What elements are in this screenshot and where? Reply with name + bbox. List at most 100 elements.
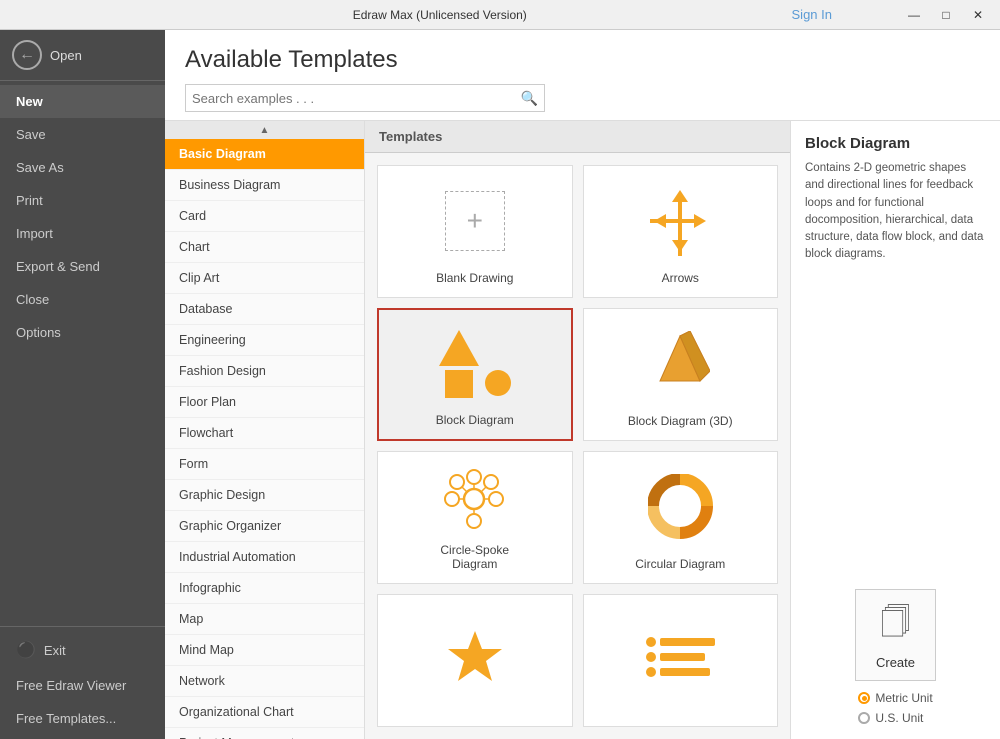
category-item-database[interactable]: Database [165,294,364,325]
category-scroll-up[interactable]: ▲ [165,121,364,139]
block-3d-icon [650,331,710,396]
right-panel-title: Block Diagram [805,135,986,152]
template-circular-label: Circular Diagram [635,557,725,571]
category-item-project-mgmt[interactable]: Project Management [165,728,364,739]
us-radio [858,712,870,724]
category-item-network[interactable]: Network [165,666,364,697]
star-icon [445,627,505,687]
sidebar-item-save-as[interactable]: Save As [0,151,165,184]
unit-options: Metric Unit U.S. Unit [858,691,932,725]
template-list-bars[interactable] [583,594,779,727]
sidebar: ← Open New Save Save As Print Import Exp… [0,30,165,739]
category-item-fashion-design[interactable]: Fashion Design [165,356,364,387]
sidebar-item-close[interactable]: Close [0,283,165,316]
template-block-label: Block Diagram [436,413,514,427]
metric-radio [858,692,870,704]
template-block-3d-thumb [596,321,766,406]
category-item-floor-plan[interactable]: Floor Plan [165,387,364,418]
block-shapes-icon [439,330,511,398]
titlebar: Edraw Max (Unlicensed Version) Sign In —… [0,0,1000,30]
us-unit-label: U.S. Unit [875,711,923,725]
exit-button[interactable]: ⚫ Exit [0,631,165,669]
us-unit-option[interactable]: U.S. Unit [858,711,932,725]
minimize-button[interactable]: — [900,5,928,25]
sidebar-top: ← Open [0,30,165,81]
category-item-graphic-organizer[interactable]: Graphic Organizer [165,511,364,542]
template-circular[interactable]: Circular Diagram [583,451,779,584]
close-button[interactable]: ✕ [964,5,992,25]
category-item-chart[interactable]: Chart [165,232,364,263]
template-block-3d-label: Block Diagram (3D) [628,414,733,428]
maximize-button[interactable]: □ [932,5,960,25]
templates-header: Templates [365,121,790,153]
category-item-mind-map[interactable]: Mind Map [165,635,364,666]
template-list-bars-thumb [596,607,766,706]
sign-in-link[interactable]: Sign In [792,7,832,22]
create-button[interactable]: 🗍 Create [855,589,936,681]
metric-unit-option[interactable]: Metric Unit [858,691,932,705]
category-item-infographic[interactable]: Infographic [165,573,364,604]
template-circular-thumb [596,464,766,549]
sidebar-item-new[interactable]: New [0,85,165,118]
template-arrows-label: Arrows [662,271,699,285]
template-circle-spoke-thumb [390,464,560,535]
sidebar-item-free-templates[interactable]: Free Templates... [0,702,165,735]
arrows-icon [650,186,710,256]
middle-section: ▲ Basic Diagram Business Diagram Card Ch… [165,121,1000,739]
sidebar-item-save[interactable]: Save [0,118,165,151]
circular-icon [648,474,713,539]
template-arrows[interactable]: Arrows [583,165,779,298]
category-item-basic-diagram[interactable]: Basic Diagram [165,139,364,170]
category-item-business-diagram[interactable]: Business Diagram [165,170,364,201]
category-item-card[interactable]: Card [165,201,364,232]
right-panel-desc: Contains 2-D geometric shapes and direct… [805,160,986,264]
template-blank-drawing[interactable]: + Blank Drawing [377,165,573,298]
sidebar-item-free-viewer[interactable]: Free Edraw Viewer [0,669,165,702]
category-item-industrial-automation[interactable]: Industrial Automation [165,542,364,573]
template-star-thumb [390,607,560,706]
template-circle-spoke[interactable]: Circle-SpokeDiagram [377,451,573,584]
category-item-clip-art[interactable]: Clip Art [165,263,364,294]
category-item-map[interactable]: Map [165,604,364,635]
main-layout: ← Open New Save Save As Print Import Exp… [0,30,1000,739]
page-title: Available Templates [185,46,980,74]
metric-radio-dot [862,696,867,701]
template-grid: + Blank Drawing [365,153,790,739]
category-item-flowchart[interactable]: Flowchart [165,418,364,449]
template-circle-spoke-label: Circle-SpokeDiagram [440,543,509,571]
template-block-thumb [391,322,559,405]
sidebar-item-options[interactable]: Options [0,316,165,349]
template-block-diagram[interactable]: Block Diagram [377,308,573,441]
sidebar-item-export[interactable]: Export & Send [0,250,165,283]
category-list: ▲ Basic Diagram Business Diagram Card Ch… [165,121,365,739]
sidebar-item-import[interactable]: Import [0,217,165,250]
open-label: Open [50,48,82,63]
sidebar-item-print[interactable]: Print [0,184,165,217]
plus-icon: + [445,191,505,251]
right-panel: Block Diagram Contains 2-D geometric sha… [790,121,1000,739]
template-grid-area: Templates + Blank Drawing [365,121,790,739]
category-item-engineering[interactable]: Engineering [165,325,364,356]
category-item-graphic-design[interactable]: Graphic Design [165,480,364,511]
sidebar-bottom: ⚫ Exit Free Edraw Viewer Free Templates.… [0,626,165,739]
document-icon: 🗍 [881,600,911,651]
exit-icon: ⚫ [16,640,36,660]
template-arrows-thumb [596,178,766,263]
list-bars-icon [646,637,715,677]
template-blank-thumb: + [390,178,560,263]
template-block-diagram-3d[interactable]: Block Diagram (3D) [583,308,779,441]
back-button[interactable]: ← Open [12,40,153,70]
create-label: Create [876,655,915,670]
search-input[interactable] [192,91,521,106]
template-blank-label: Blank Drawing [436,271,513,285]
template-star[interactable] [377,594,573,727]
category-item-form[interactable]: Form [165,449,364,480]
content-header: Available Templates 🔍 [165,30,1000,121]
category-item-org-chart[interactable]: Organizational Chart [165,697,364,728]
metric-unit-label: Metric Unit [875,691,932,705]
back-icon: ← [12,40,42,70]
content-area: Available Templates 🔍 ▲ Basic Diagram Bu… [165,30,1000,739]
create-btn-area: 🗍 Create Metric Unit U.S. Unit [805,589,986,725]
search-icon[interactable]: 🔍 [521,90,538,107]
exit-label: Exit [44,643,66,658]
